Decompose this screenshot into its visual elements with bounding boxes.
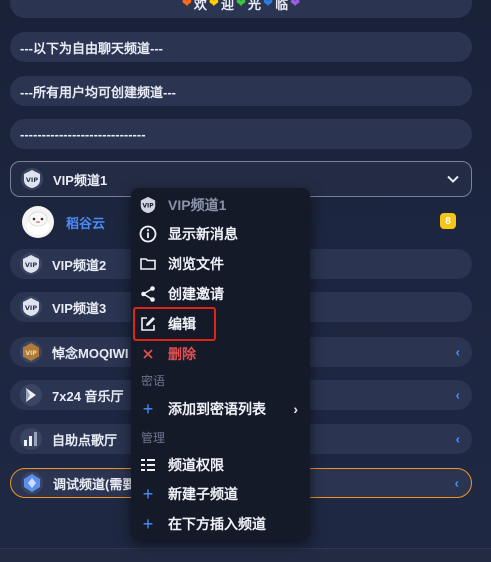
blue-heart-icon: ❤ [263,0,274,10]
menu-item-permissions[interactable]: 频道权限 [131,450,310,480]
menu-item-label: 新建子频道 [168,486,238,502]
music-icon [20,384,42,406]
menu-item-label: 浏览文件 [168,256,224,272]
menu-item-create-invite[interactable]: 创建邀请 [131,279,310,309]
chevron-right-icon: › [293,401,298,417]
vip-shield-icon: VIP [20,253,42,275]
folder-icon [139,255,157,273]
banner-char: 光 [248,0,262,12]
menu-section-manage: 管理 [141,431,166,445]
info-icon [139,225,157,243]
menu-item-delete[interactable]: 删除 [131,339,310,369]
plus-icon: + [142,484,154,504]
channel-context-menu: VIP VIP频道1 显示新消息 浏览文件 创建邀请 编辑 删除 密语 + 添加 [131,188,310,540]
yellow-heart-icon: ❤ [208,0,219,10]
menu-item-label: 显示新消息 [168,226,238,242]
channel-label: 悼念MOQIWI [52,345,129,361]
menu-item-browse-files[interactable]: 浏览文件 [131,249,310,279]
vip-shield-icon: VIP [20,296,42,318]
menu-header: VIP VIP频道1 [131,190,310,220]
menu-item-label: 创建邀请 [168,286,224,302]
vip-shield-icon: VIP [21,168,43,190]
channel-label: VIP频道2 [52,257,107,273]
channel-label: VIP频道1 [53,172,108,188]
plus-icon: + [142,514,154,534]
svg-text:VIP: VIP [143,204,155,210]
user-name: 稻谷云 [66,215,106,231]
share-icon [139,285,157,303]
channel-label: 调试频道(需要 [53,476,136,492]
plus-icon: + [142,399,154,419]
menu-item-add-whisper[interactable]: + 添加到密语列表 › [131,394,310,424]
chevron-left-icon[interactable]: ‹ [456,432,460,447]
chevron-down-icon[interactable] [447,172,459,187]
svg-text:VIP: VIP [25,350,37,357]
user-status-badge: 8 [440,213,456,229]
bar-chart-icon [20,428,42,450]
channel-divider-all-users[interactable]: ---所有用户均可创建频道--- [10,76,472,106]
menu-item-label: 频道权限 [168,457,224,473]
svg-text:VIP: VIP [26,176,38,184]
svg-text:VIP: VIP [25,304,37,312]
channel-label: ---以下为自由聊天频道--- [20,40,163,56]
channel-label: ----------------------------- [20,126,146,142]
menu-item-label: 在下方插入频道 [168,516,266,532]
channel-label: 自助点歌厅 [52,432,118,448]
channel-label: VIP频道3 [52,300,107,316]
highlight-box [133,307,216,341]
banner-char: 迎 [220,0,234,12]
close-icon [139,345,157,363]
welcome-banner: ❤ 欢 ❤ 迎 ❤ 光 ❤ 临 ❤ [10,0,472,18]
channel-divider-dashes[interactable]: ----------------------------- [10,119,472,149]
channel-label: ---所有用户均可创建频道--- [20,84,176,100]
banner-char: 临 [275,0,289,12]
avatar [22,206,54,238]
green-heart-icon: ❤ [235,0,247,10]
permissions-list-icon [139,456,157,474]
menu-header-label: VIP频道1 [168,197,227,213]
channel-divider-free-chat[interactable]: ---以下为自由聊天频道--- [10,32,472,62]
chevron-left-icon[interactable]: ‹ [455,476,459,491]
menu-item-show-new[interactable]: 显示新消息 [131,219,310,249]
menu-item-label: 添加到密语列表 [168,401,266,417]
gem-icon [21,472,43,494]
chevron-left-icon[interactable]: ‹ [456,345,460,360]
chevron-left-icon[interactable]: ‹ [456,388,460,403]
orange-heart-icon: ❤ [181,0,192,10]
hexagon-badge-icon: VIP [20,341,42,363]
menu-item-insert-below[interactable]: + 在下方插入频道 [131,509,310,539]
svg-text:VIP: VIP [25,261,37,269]
bottom-bar [0,548,491,562]
purple-heart-icon: ❤ [290,0,301,10]
menu-item-new-sub-channel[interactable]: + 新建子频道 [131,479,310,509]
vip-shield-icon: VIP [139,196,157,214]
channel-label: 7x24 音乐厅 [52,388,124,404]
menu-item-label: 删除 [168,346,196,362]
menu-section-whisper: 密语 [141,374,166,388]
banner-char: 欢 [193,0,207,12]
